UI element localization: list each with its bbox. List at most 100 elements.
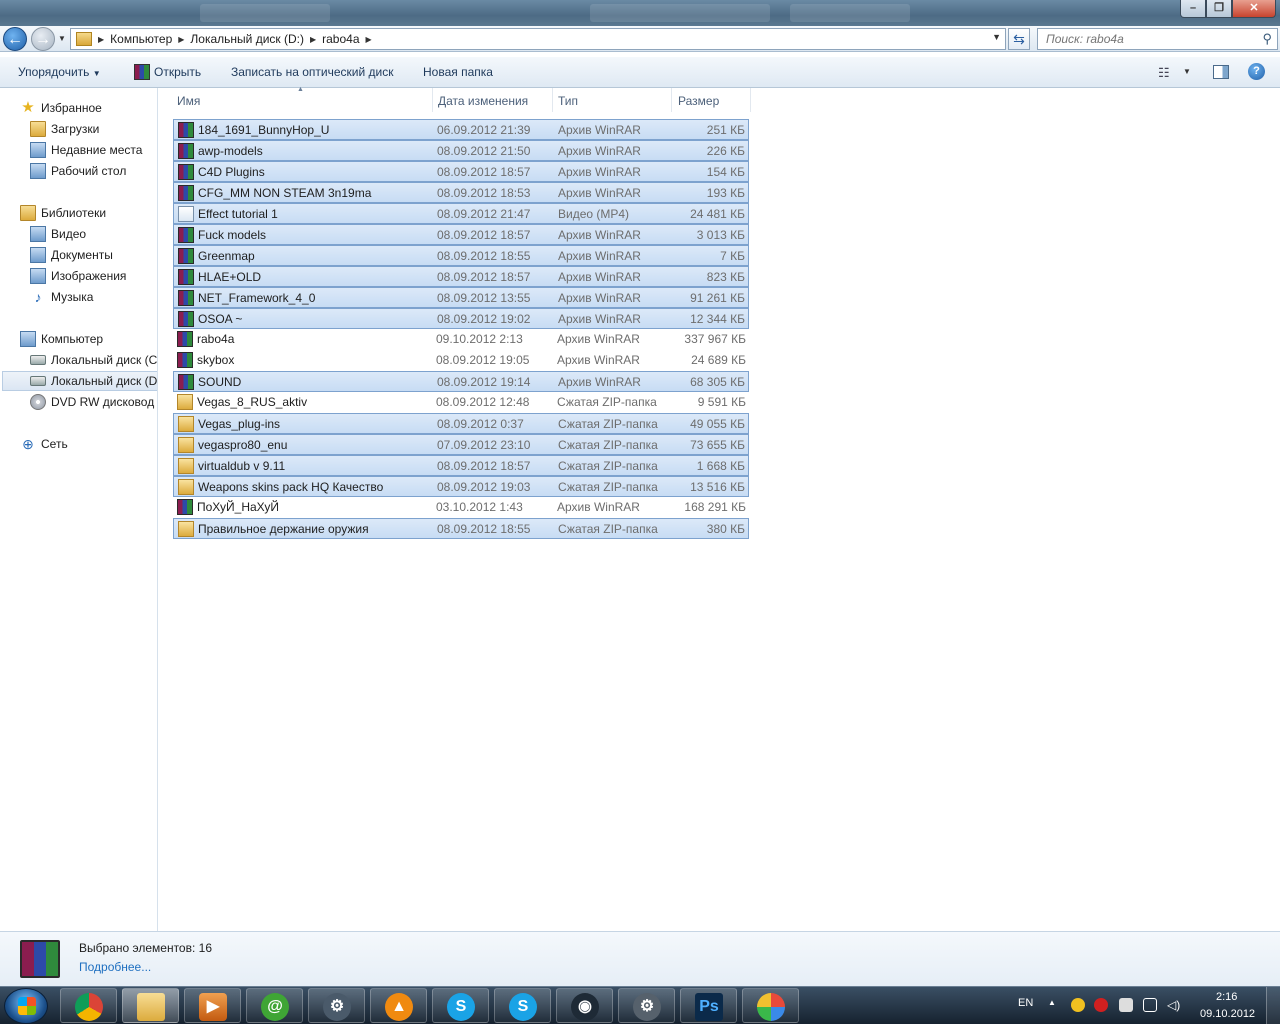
file-row[interactable]: Fuck models 08.09.2012 18:57 Архив WinRAR 3…: [173, 224, 749, 245]
forward-arrow-icon[interactable]: →: [31, 27, 55, 51]
language-indicator[interactable]: EN: [1018, 997, 1033, 1009]
file-row[interactable]: SOUND 08.09.2012 19:14 Архив WinRAR 68 305 …: [173, 371, 749, 392]
column-divider[interactable]: [552, 88, 553, 112]
clock-date[interactable]: 09.10.2012: [1200, 1008, 1255, 1020]
file-row[interactable]: virtualdub v 9.11 08.09.2012 18:57 Сжатая …: [173, 455, 749, 476]
start-button[interactable]: [4, 988, 48, 1024]
search-box[interactable]: ⚲: [1037, 28, 1278, 50]
zip-folder-icon: [177, 394, 193, 410]
taskbar-settings[interactable]: ⚙: [618, 988, 675, 1023]
sidebar-item-label: Недавние места: [51, 143, 143, 157]
history-dropdown-icon[interactable]: ▼: [58, 34, 66, 43]
taskbar-media-player[interactable]: ▶: [184, 988, 241, 1023]
network-status-icon[interactable]: [1143, 998, 1157, 1012]
file-row[interactable]: Правильное держание оружия 08.09.2012 18:…: [173, 518, 749, 539]
column-divider[interactable]: [671, 88, 672, 112]
volume-icon[interactable]: ◁): [1167, 998, 1181, 1012]
file-row[interactable]: Vegas_8_RUS_aktiv 08.09.2012 12:48 Сжатая …: [173, 392, 749, 413]
breadcrumb-separator-icon[interactable]: ▶: [98, 35, 104, 44]
search-icon[interactable]: ⚲: [1262, 31, 1272, 47]
open-button[interactable]: Открыть: [154, 65, 201, 79]
breadcrumb-drive-d[interactable]: Локальный диск (D:): [190, 32, 304, 46]
sidebar-item-libraries[interactable]: Библиотеки: [20, 203, 106, 223]
file-row[interactable]: Effect tutorial 1 08.09.2012 21:47 Видео (…: [173, 203, 749, 224]
minimize-button[interactable]: –: [1180, 0, 1206, 18]
breadcrumb-computer[interactable]: Компьютер: [110, 32, 172, 46]
file-row[interactable]: HLAE+OLD 08.09.2012 18:57 Архив WinRAR 823 …: [173, 266, 749, 287]
back-arrow-icon[interactable]: ←: [3, 27, 27, 51]
tray-app-icon[interactable]: [1071, 998, 1085, 1012]
column-header-type[interactable]: Тип: [558, 94, 578, 108]
show-desktop-button[interactable]: [1266, 987, 1280, 1024]
taskbar-photoshop[interactable]: Ps: [680, 988, 737, 1023]
taskbar-steam[interactable]: ⚙: [308, 988, 365, 1023]
file-row[interactable]: C4D Plugins 08.09.2012 18:57 Архив WinRAR 1…: [173, 161, 749, 182]
organize-button[interactable]: Упорядочить ▼: [18, 65, 101, 79]
sidebar-item-network[interactable]: ⊕ Сеть: [20, 434, 68, 454]
maximize-button[interactable]: ❐: [1206, 0, 1232, 18]
taskbar-avast[interactable]: ▲: [370, 988, 427, 1023]
file-row[interactable]: vegaspro80_enu 07.09.2012 23:10 Сжатая ZIP…: [173, 434, 749, 455]
taskbar-webcam[interactable]: ◉: [556, 988, 613, 1023]
file-row[interactable]: rabo4a 09.10.2012 2:13 Архив WinRAR 337 967…: [173, 329, 749, 350]
search-input[interactable]: [1038, 29, 1253, 49]
file-row[interactable]: 184_1691_BunnyHop_U 06.09.2012 21:39 Архив…: [173, 119, 749, 140]
column-header-date[interactable]: Дата изменения: [438, 94, 528, 108]
file-type: Архив WinRAR: [558, 270, 641, 284]
column-header-name[interactable]: Имя: [177, 94, 200, 108]
clock-time[interactable]: 2:16: [1216, 991, 1237, 1003]
breadcrumb-separator-icon[interactable]: ▶: [366, 35, 372, 44]
file-row[interactable]: Weapons skins pack HQ Качество 08.09.2012…: [173, 476, 749, 497]
sidebar-item-music[interactable]: ♪ Музыка: [30, 287, 94, 307]
refresh-button[interactable]: ⇆: [1008, 28, 1030, 50]
column-divider[interactable]: [432, 88, 433, 112]
taskbar-chrome[interactable]: [60, 988, 117, 1023]
sidebar-item-favorites[interactable]: ★ Избранное: [20, 98, 102, 118]
taskbar-explorer[interactable]: [122, 988, 179, 1023]
file-row[interactable]: NET_Framework_4_0 08.09.2012 13:55 Архив W…: [173, 287, 749, 308]
file-row[interactable]: OSOA ~ 08.09.2012 19:02 Архив WinRAR 12 344…: [173, 308, 749, 329]
taskbar: ▶ @ ⚙ ▲ S S ◉ ⚙ Ps EN ▲ ◁) 2:16 09.10.20…: [0, 986, 1280, 1024]
file-row[interactable]: ПоХуЙ_НаХуЙ 03.10.2012 1:43 Архив WinRAR 16…: [173, 497, 749, 518]
preview-pane-icon[interactable]: [1213, 65, 1229, 79]
sidebar-item-computer[interactable]: Компьютер: [20, 329, 103, 349]
burn-disc-button[interactable]: Записать на оптический диск: [231, 65, 394, 79]
breadcrumb-separator-icon[interactable]: ▶: [178, 35, 184, 44]
chevron-down-icon[interactable]: ▼: [1183, 67, 1191, 76]
new-folder-button[interactable]: Новая папка: [423, 65, 493, 79]
file-row[interactable]: Greenmap 08.09.2012 18:55 Архив WinRAR 7 КБ: [173, 245, 749, 266]
address-dropdown-icon[interactable]: ▼: [992, 32, 1001, 42]
taskbar-skype-2[interactable]: S: [494, 988, 551, 1023]
close-button[interactable]: ✕: [1232, 0, 1276, 18]
taskbar-mail-agent[interactable]: @: [246, 988, 303, 1023]
address-bar[interactable]: ▶ Компьютер ▶ Локальный диск (D:) ▶ rabo…: [70, 28, 1006, 50]
help-icon[interactable]: ?: [1248, 63, 1265, 80]
column-divider[interactable]: [750, 88, 751, 112]
sidebar-item-drive-c[interactable]: Локальный диск (C:): [30, 350, 157, 370]
sidebar-item-recent-places[interactable]: Недавние места: [30, 140, 142, 160]
more-details-link[interactable]: Подробнее...: [79, 960, 151, 974]
tray-blocked-icon[interactable]: [1094, 998, 1108, 1012]
file-row[interactable]: skybox 08.09.2012 19:05 Архив WinRAR 24 689…: [173, 350, 749, 371]
show-hidden-icons-icon[interactable]: ▲: [1048, 998, 1056, 1007]
sidebar-item-desktop[interactable]: Рабочий стол: [30, 161, 126, 181]
column-header-size[interactable]: Размер: [678, 94, 719, 108]
steam-icon: ⚙: [323, 993, 351, 1021]
file-row[interactable]: CFG_MM NON STEAM 3n19ma 08.09.2012 18:53 А…: [173, 182, 749, 203]
file-row[interactable]: Vegas_plug-ins 08.09.2012 0:37 Сжатая ZIP-…: [173, 413, 749, 434]
tray-flag-icon[interactable]: [1119, 998, 1133, 1012]
sidebar-item-downloads[interactable]: Загрузки: [30, 119, 99, 139]
breadcrumb-rabo4a[interactable]: rabo4a: [322, 32, 359, 46]
sidebar-item-video[interactable]: Видео: [30, 224, 86, 244]
file-row[interactable]: awp-models 08.09.2012 21:50 Архив WinRAR 22…: [173, 140, 749, 161]
file-size: 226 КБ: [706, 144, 745, 158]
breadcrumb-separator-icon[interactable]: ▶: [310, 35, 316, 44]
file-size: 9 591 КБ: [697, 395, 746, 409]
sidebar-item-documents[interactable]: Документы: [30, 245, 113, 265]
sidebar-item-dvd-drive[interactable]: DVD RW дисковод (: [30, 392, 157, 412]
taskbar-paint[interactable]: [742, 988, 799, 1023]
sidebar-item-drive-d[interactable]: Локальный диск (D:): [2, 371, 157, 391]
sidebar-item-pictures[interactable]: Изображения: [30, 266, 126, 286]
taskbar-skype-1[interactable]: S: [432, 988, 489, 1023]
view-options-icon[interactable]: ☷: [1158, 65, 1170, 81]
